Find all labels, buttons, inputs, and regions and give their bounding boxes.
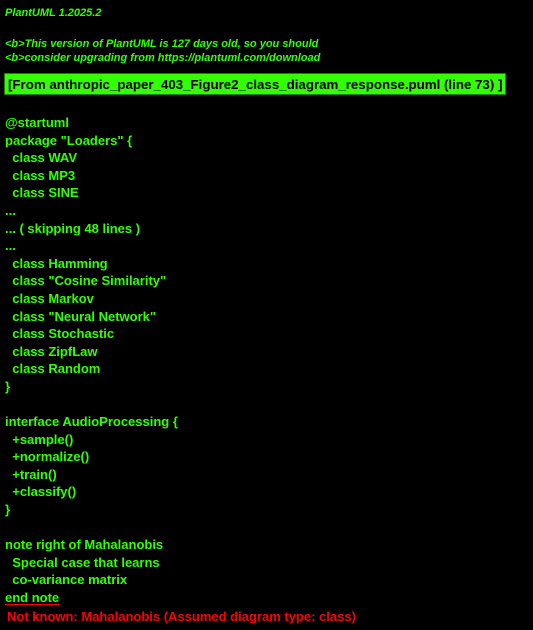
error-source-text: end note <box>5 590 60 606</box>
source-line: class "Cosine Similarity" <box>5 273 167 289</box>
source-line: +normalize() <box>5 449 90 465</box>
source-line: } <box>5 378 11 394</box>
source-line: class Stochastic <box>5 326 115 342</box>
upgrade-notice-line-1: <b>This version of PlantUML is 127 days … <box>5 38 319 50</box>
source-line: class Random <box>5 361 101 377</box>
source-line: ... <box>5 202 16 218</box>
source-line: class "Neural Network" <box>5 308 157 324</box>
source-line: co-variance matrix <box>5 572 128 588</box>
source-line-error: end note <box>5 589 178 607</box>
source-line: } <box>5 502 11 518</box>
source-line: class WAV <box>5 150 78 166</box>
source-line-skipped: ... ( skipping 48 lines ) <box>5 220 141 236</box>
plantuml-version: PlantUML 1.2025.2 <box>5 7 102 19</box>
source-line: class MP3 <box>5 167 76 183</box>
source-line: ... <box>5 238 16 254</box>
source-line <box>5 519 178 537</box>
source-line: Special case that learns <box>5 554 160 570</box>
error-message: Not known: Mahalanobis (Assumed diagram … <box>7 609 356 624</box>
source-line: note right of Mahalanobis <box>5 537 164 553</box>
source-file-banner: [From anthropic_paper_403_Figure2_class_… <box>4 73 507 95</box>
source-line: +classify() <box>5 484 77 500</box>
source-line: class Hamming <box>5 255 108 271</box>
source-listing: @startuml package "Loaders" { class WAV … <box>5 114 178 607</box>
source-line: package "Loaders" { <box>5 132 133 148</box>
source-line: @startuml <box>5 115 69 130</box>
source-line: class SINE <box>5 185 79 201</box>
source-line: class ZipfLaw <box>5 343 98 359</box>
source-line: +sample() <box>5 431 74 447</box>
upgrade-notice-line-2: <b>consider upgrading from https://plant… <box>5 52 321 64</box>
source-line: class Markov <box>5 290 94 306</box>
source-line: interface AudioProcessing { <box>5 414 178 430</box>
source-line: +train() <box>5 466 57 482</box>
plantuml-error-screen: { "header": { "version": "PlantUML 1.202… <box>0 0 533 630</box>
source-line <box>5 396 178 414</box>
